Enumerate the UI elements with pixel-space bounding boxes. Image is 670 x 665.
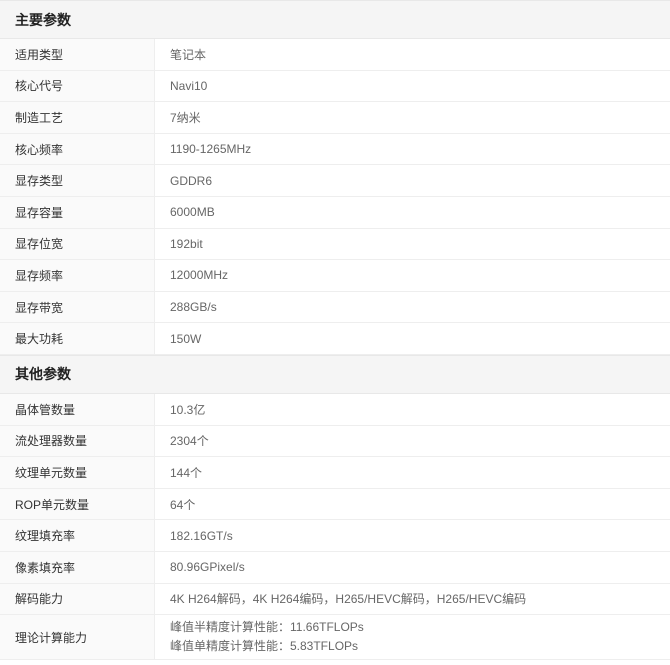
spec-label: 核心频率 [0,133,155,165]
spec-label: 制造工艺 [0,102,155,133]
spec-row-core-clock: 核心频率 1190-1265MHz [0,133,670,166]
spec-label: 晶体管数量 [0,393,155,425]
spec-label: 显存类型 [0,165,155,196]
spec-row-compute: 理论计算能力 峰值半精度计算性能：11.66TFLOPs 峰值单精度计算性能：5… [0,615,670,661]
spec-value: 6000MB [170,205,215,220]
spec-label: 显存容量 [0,196,155,228]
spec-label: 流处理器数量 [0,425,155,457]
spec-value: 峰值半精度计算性能：11.66TFLOPs 峰值单精度计算性能：5.83TFLO… [155,615,670,659]
spec-row-type: 适用类型 笔记本 [0,39,670,71]
spec-row-decode: 解码能力 4K H264解码，4K H264编码，H265/HEVC解码，H26… [0,583,670,616]
spec-row-memory-clock: 显存频率 12000MHz [0,260,670,292]
spec-value: 144个 [170,465,203,480]
spec-label: 显存位宽 [0,228,155,260]
spec-label: 纹理填充率 [0,520,155,551]
spec-label: 像素填充率 [0,551,155,583]
spec-row-transistors: 晶体管数量 10.3亿 [0,393,670,426]
spec-value: 笔记本 [170,47,207,62]
spec-value: 80.96GPixel/s [170,560,245,575]
spec-label: 显存频率 [0,260,155,291]
spec-value: 182.16GT/s [170,528,233,543]
spec-row-memory-bandwidth: 显存带宽 288GB/s [0,291,670,324]
spec-value: 2304个 [170,434,209,449]
spec-row-memory-size: 显存容量 6000MB [0,196,670,229]
spec-row-process: 制造工艺 7纳米 [0,102,670,134]
spec-value: Navi10 [170,78,208,93]
spec-table: 主要参数 适用类型 笔记本 核心代号 Navi10 制造工艺 7纳米 核心频率 … [0,0,670,661]
spec-label: ROP单元数量 [0,488,155,520]
spec-value: 1190-1265MHz [170,142,252,157]
spec-value: 4K H264解码，4K H264编码，H265/HEVC解码，H265/HEV… [170,592,527,607]
spec-row-texture-units: 纹理单元数量 144个 [0,457,670,489]
spec-row-memory-bus: 显存位宽 192bit [0,228,670,261]
spec-label: 适用类型 [0,39,155,70]
spec-value: 288GB/s [170,300,217,315]
spec-value: 150W [170,331,202,346]
spec-label: 最大功耗 [0,323,155,354]
spec-value: 64个 [170,497,196,512]
section-title-main: 主要参数 [0,0,670,39]
spec-label: 核心代号 [0,70,155,102]
spec-row-stream-processors: 流处理器数量 2304个 [0,425,670,458]
spec-row-rop-units: ROP单元数量 64个 [0,488,670,521]
compute-line-half: 峰值半精度计算性能：11.66TFLOPs [170,620,364,635]
spec-label: 显存带宽 [0,291,155,323]
section-title-other: 其他参数 [0,354,670,394]
spec-row-texture-fillrate: 纹理填充率 182.16GT/s [0,520,670,552]
spec-value: 192bit [170,236,203,251]
spec-row-memory-type: 显存类型 GDDR6 [0,165,670,197]
spec-value: GDDR6 [170,173,213,188]
spec-row-max-power: 最大功耗 150W [0,323,670,355]
spec-label: 纹理单元数量 [0,457,155,488]
compute-line-single: 峰值单精度计算性能：5.83TFLOPs [170,639,359,654]
spec-row-pixel-fillrate: 像素填充率 80.96GPixel/s [0,551,670,584]
spec-value: 12000MHz [170,268,229,283]
spec-row-codename: 核心代号 Navi10 [0,70,670,103]
spec-value: 10.3亿 [170,402,206,417]
spec-label: 理论计算能力 [0,615,155,660]
spec-value: 7纳米 [170,110,201,125]
spec-label: 解码能力 [0,583,155,615]
